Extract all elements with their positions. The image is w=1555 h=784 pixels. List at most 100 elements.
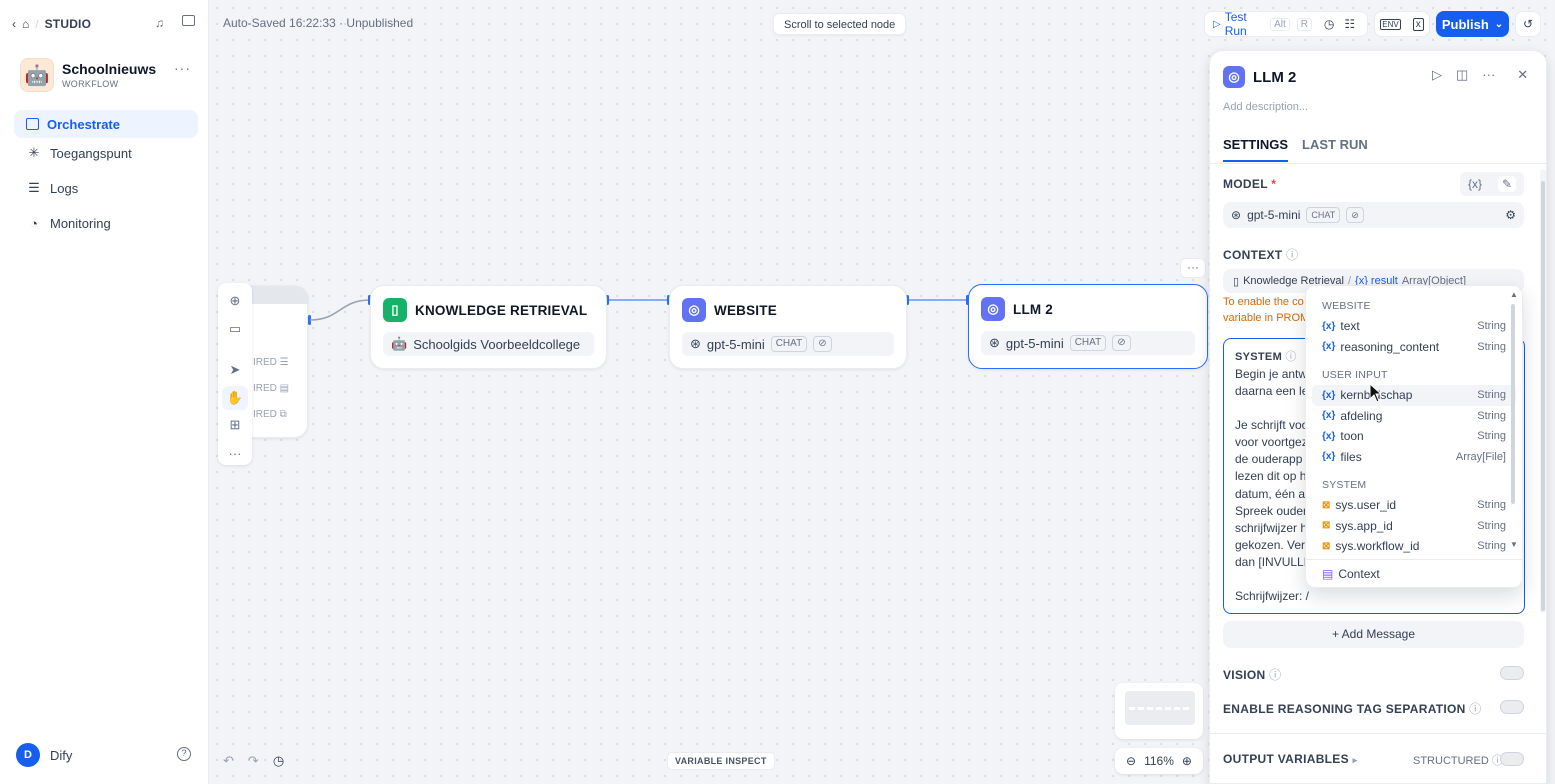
model-chip: ⊛ gpt-5-mini CHAT ⊘ — [981, 331, 1195, 355]
panel-header: ◎ LLM 2 — [1223, 66, 1296, 88]
website-node[interactable]: ◎ WEBSITE ⊛ gpt-5-mini CHAT ⊘ — [669, 285, 907, 369]
headset-icon[interactable]: ♫ — [155, 16, 164, 30]
var-name: sys.user_id — [1335, 498, 1397, 513]
output-vars-label[interactable]: OUTPUT VARIABLES ▸ — [1223, 752, 1357, 766]
add-note-icon[interactable]: ▭ — [222, 317, 248, 341]
var-item-sys-user-id[interactable]: ⊠ sys.user_id String — [1306, 495, 1522, 516]
collapse-sidebar-icon[interactable] — [182, 15, 195, 26]
pointer-icon[interactable]: ➤ — [222, 358, 248, 382]
chat-badge: CHAT — [1306, 207, 1341, 223]
checklist-icon[interactable]: ☷ — [1344, 17, 1355, 31]
user-menu[interactable]: D Dify — [16, 743, 72, 767]
var-name: reasoning_content — [1340, 339, 1440, 354]
group-system: SYSTEM — [1322, 479, 1367, 491]
test-run-button[interactable]: ▷ Test Run Alt R — [1204, 10, 1312, 38]
back-icon[interactable]: ‹ — [12, 17, 16, 31]
zoom-in-icon[interactable]: ⊕ — [1182, 754, 1192, 768]
api-icon: ✳ — [28, 145, 40, 160]
variable-icon[interactable]: {x} — [1468, 177, 1482, 191]
panel-scrollbar[interactable] — [1540, 169, 1546, 613]
undo-icon[interactable]: ↶ — [223, 753, 234, 769]
autosave-status: Auto-Saved 16:22:33 · Unpublished — [223, 16, 414, 30]
hand-icon[interactable]: ✋ — [222, 385, 248, 410]
add-message-button[interactable]: + Add Message — [1223, 621, 1524, 648]
node-title: KNOWLEDGE RETRIEVAL — [415, 302, 588, 318]
mouse-cursor-icon — [1369, 383, 1383, 403]
sidebar-item-logs[interactable]: ☰ Logs — [14, 174, 198, 202]
version-history-button[interactable]: ↺ — [1515, 11, 1541, 37]
knowledge-retrieval-node[interactable]: ▯ KNOWLEDGE RETRIEVAL 🤖 Schoolgids Voorb… — [370, 285, 607, 369]
layout-organize-icon[interactable]: ⊞ — [222, 414, 248, 438]
close-icon[interactable]: ✕ — [1517, 67, 1528, 83]
reasoning-toggle[interactable] — [1500, 700, 1524, 714]
more-icon[interactable]: ··· — [1482, 67, 1495, 83]
scroll-up-icon[interactable]: ▲ — [1510, 290, 1518, 299]
app-name: Schoolnieuws — [62, 61, 157, 77]
description-input[interactable]: Add description... — [1223, 101, 1308, 113]
more-tools-icon[interactable]: ··· — [222, 441, 248, 465]
publish-label: Publish — [1441, 16, 1489, 32]
scrollbar-thumb[interactable] — [1541, 181, 1545, 611]
publish-button[interactable]: Publish ⌄ — [1436, 11, 1509, 37]
tab-last-run[interactable]: LAST RUN — [1302, 137, 1368, 162]
variable-inspect-button[interactable]: VARIABLE INSPECT — [667, 752, 775, 770]
var-item-kernboodschap[interactable]: {x} kernb dschap String — [1312, 385, 1516, 406]
variable-icon: {x} — [1322, 451, 1336, 463]
run-node-icon[interactable]: ▷ — [1432, 67, 1442, 83]
canvas-tools: ⊕ ▭ ➤ ✋ ⊞ ··· — [218, 283, 252, 465]
structured-toggle[interactable] — [1500, 752, 1524, 766]
var-type: String — [1477, 340, 1506, 353]
add-node-icon[interactable]: ⊕ — [222, 289, 248, 313]
var-item-afdeling[interactable]: {x} afdeling String — [1306, 406, 1522, 427]
info-icon: ⓘ — [1285, 351, 1297, 363]
var-item-reasoning-content[interactable]: {x} reasoning_content String — [1306, 337, 1522, 358]
app-card[interactable]: 🤖 Schoolnieuws WORKFLOW — [20, 58, 156, 92]
sidebar-item-orchestrate[interactable]: Orchestrate — [14, 110, 198, 138]
env-icon[interactable]: ENV — [1380, 18, 1401, 30]
dataset-icon: 🤖 — [391, 336, 408, 351]
tab-settings[interactable]: SETTINGS — [1223, 137, 1289, 162]
layout-icon — [26, 118, 39, 130]
home-icon[interactable]: ⌂ — [22, 17, 29, 31]
app-type: WORKFLOW — [62, 79, 119, 89]
structured-text: STRUCTURED — [1413, 755, 1489, 767]
var-item-text[interactable]: {x} text String — [1306, 316, 1522, 337]
redo-icon[interactable]: ↷ — [248, 753, 259, 769]
app-icon: 🤖 — [20, 58, 54, 92]
vision-toggle[interactable] — [1500, 666, 1524, 680]
var-name: text — [1340, 319, 1360, 334]
variable-icon: {x} — [1322, 410, 1336, 422]
vision-label-text: VISION — [1223, 668, 1266, 682]
var-item-files[interactable]: {x} files Array[File] — [1306, 447, 1522, 468]
history-icon[interactable]: ◷ — [273, 753, 284, 769]
context-label: CONTEXT ⓘ — [1223, 246, 1298, 263]
panel-title[interactable]: LLM 2 — [1253, 69, 1296, 86]
sidebar-item-monitoring[interactable]: ◔ Monitoring — [14, 209, 198, 237]
var-item-sys-app-id[interactable]: ⊠ sys.app_id String — [1306, 516, 1522, 537]
restore-icon: ↺ — [1522, 17, 1534, 31]
zoom-out-icon[interactable]: ⊖ — [1126, 754, 1136, 768]
help-icon[interactable]: ? — [177, 747, 191, 761]
context-option[interactable]: ▤ Context — [1322, 567, 1380, 581]
breadcrumb-studio[interactable]: STUDIO — [45, 17, 92, 31]
more-icon[interactable]: ··· — [174, 60, 191, 76]
node-more-icon[interactable]: ··· — [1180, 258, 1206, 278]
history-icon[interactable]: ◷ — [1324, 17, 1334, 31]
llm2-node[interactable]: ◎ LLM 2 ⊛ gpt-5-mini CHAT ⊘ — [968, 284, 1208, 369]
start-node[interactable]: IRED ☰ IRED ▤ IRED ⧉ — [246, 285, 309, 438]
split-view-icon[interactable]: ◫ — [1456, 67, 1468, 83]
sidebar-item-toegangspunt[interactable]: ✳ Toegangspunt — [14, 139, 198, 167]
variable-icon[interactable]: x — [1412, 17, 1424, 31]
model-selector[interactable]: ⊛ gpt-5-mini CHAT ⊘ ⚙ — [1223, 202, 1524, 228]
model-params-icon[interactable]: ⚙ — [1505, 208, 1516, 222]
var-item-toon[interactable]: {x} toon String — [1306, 426, 1522, 447]
scroll-down-icon[interactable]: ▼ — [1510, 540, 1518, 549]
variable-icon: {x} — [1322, 341, 1336, 353]
dropdown-scrollbar[interactable] — [1511, 304, 1515, 504]
zoom-level[interactable]: 116% — [1144, 754, 1174, 768]
scroll-to-node-button[interactable]: Scroll to selected node — [773, 13, 907, 35]
edit-icon[interactable]: ✎ — [1497, 176, 1516, 192]
minimap[interactable] — [1115, 683, 1203, 739]
info-icon: ⓘ — [1469, 702, 1482, 716]
var-item-sys-workflow-id[interactable]: ⊠ sys.workflow_id String — [1306, 536, 1522, 557]
